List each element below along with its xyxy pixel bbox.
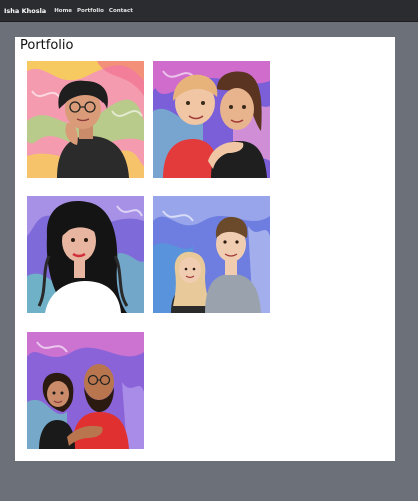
nav-link-contact[interactable]: Contact (109, 8, 133, 14)
portfolio-panel: Portfolio (15, 37, 395, 461)
gallery-image-portrait-two-women[interactable] (153, 61, 270, 178)
gallery-image-portrait-couple[interactable] (153, 196, 270, 313)
brand-link[interactable]: Isha Khosla (4, 7, 46, 15)
portrait-image (27, 332, 144, 449)
gallery-image-portrait-woman-glasses[interactable] (27, 61, 144, 178)
page-title: Portfolio (20, 38, 74, 53)
nav-link-home[interactable]: Home (54, 8, 72, 14)
gallery-image-portrait-woman-long-hair[interactable] (27, 196, 144, 313)
portrait-image (153, 196, 270, 313)
portrait-image (27, 196, 144, 313)
portrait-image (153, 61, 270, 178)
nav-link-portfolio[interactable]: Portfolio (77, 8, 104, 14)
nav-links: Home Portfolio Contact (54, 8, 133, 14)
portrait-image (27, 61, 144, 178)
navbar: Isha Khosla Home Portfolio Contact (0, 0, 418, 22)
gallery-image-portrait-father-child[interactable] (27, 332, 144, 449)
